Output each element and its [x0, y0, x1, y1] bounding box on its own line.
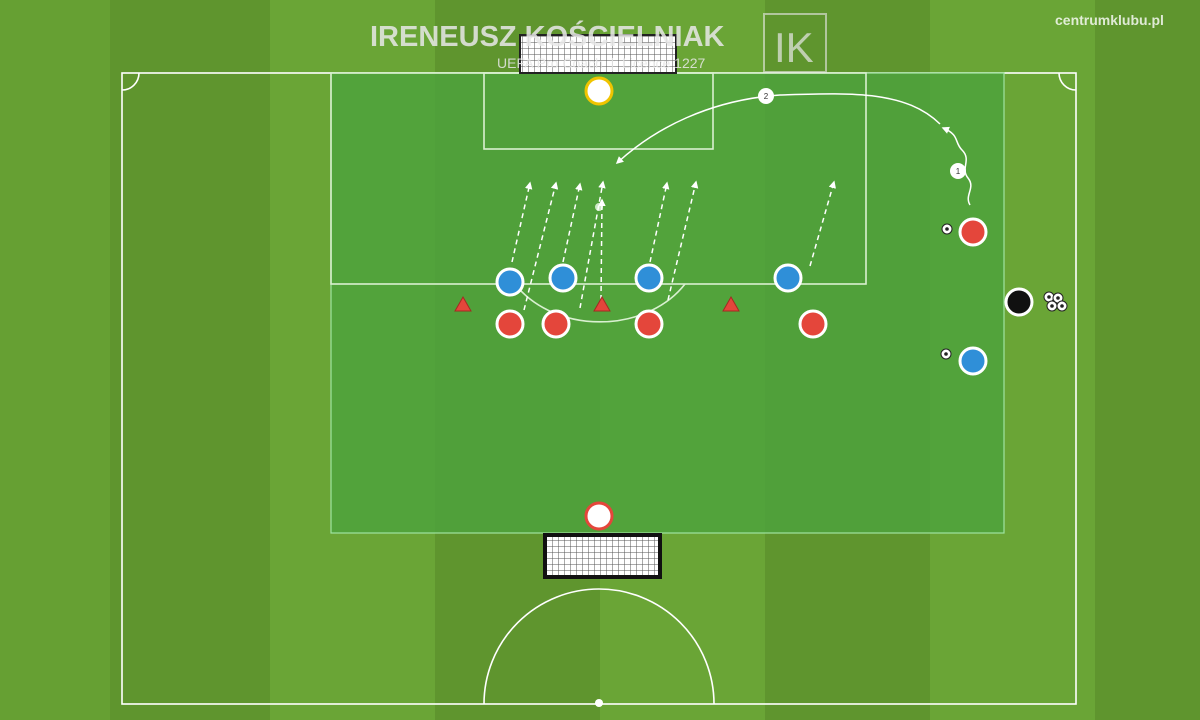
player-marker-icon — [495, 267, 525, 297]
coach-subtitle: UEFA Pro Coach | Licence 1227 — [497, 55, 706, 71]
coach-name: IRENEUSZ KOŚCIELNIAK — [370, 19, 725, 53]
player-marker-icon — [541, 309, 571, 339]
player-marker-icon — [773, 263, 803, 293]
soccer-ball-icon — [1046, 300, 1058, 312]
soccer-ball-icon — [941, 223, 953, 235]
step-badge-2: 2 — [758, 88, 774, 104]
player-marker-icon — [548, 263, 578, 293]
step-badge-1: 1 — [950, 163, 966, 179]
goalkeeper-top — [584, 76, 614, 106]
training-drill-diagram: IRENEUSZ KOŚCIELNIAK UEFA Pro Coach | Li… — [0, 0, 1200, 720]
server-player — [1004, 287, 1034, 317]
player-marker-icon — [634, 263, 664, 293]
soccer-ball-icon — [1056, 300, 1068, 312]
svg-text:IK: IK — [774, 24, 814, 71]
site-watermark: centrumklubu.pl — [1055, 12, 1164, 28]
soccer-ball-icon — [940, 348, 952, 360]
goal-bottom — [543, 533, 662, 579]
player-marker-icon — [798, 309, 828, 339]
soccer-ball-icon — [1043, 291, 1055, 303]
player-marker-icon — [958, 346, 988, 376]
svg-text:1: 1 — [956, 167, 961, 176]
goalkeeper-bottom — [584, 501, 614, 531]
svg-text:2: 2 — [764, 92, 769, 101]
training-zone — [330, 72, 1005, 534]
center-spot — [595, 699, 603, 707]
player-marker-icon — [958, 217, 988, 247]
player-marker-icon — [495, 309, 525, 339]
player-marker-icon — [634, 309, 664, 339]
